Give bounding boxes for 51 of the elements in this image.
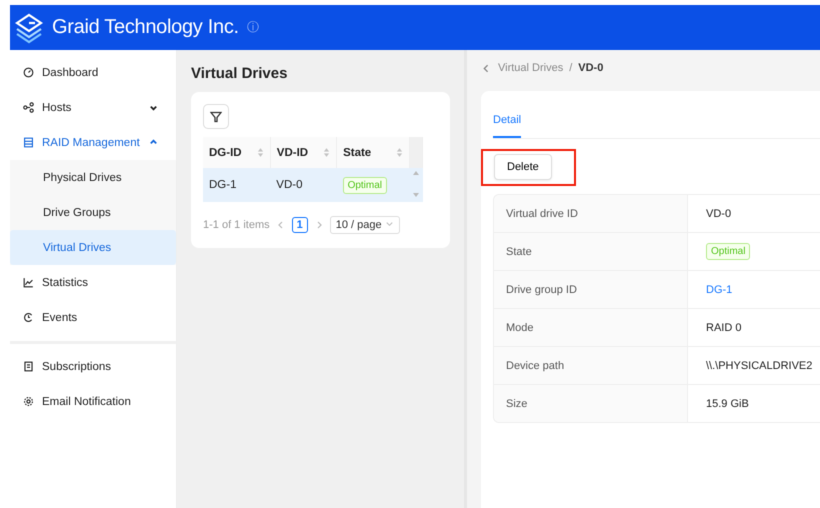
table-cell: DG-1 [203, 168, 270, 202]
filter-icon [210, 110, 222, 122]
sidebar-item[interactable]: Dashboard [10, 55, 176, 90]
gear-icon [23, 396, 34, 407]
submenu-item[interactable]: Physical Drives [10, 160, 176, 195]
dashboard-icon [23, 67, 34, 78]
field-label: Size [494, 385, 688, 422]
field-label: State [494, 233, 688, 271]
sidebar-item[interactable]: Hosts [10, 90, 176, 125]
delete-button[interactable]: Delete [494, 154, 552, 180]
clock-icon [23, 312, 34, 323]
company-name: Graid Technology Inc. [52, 16, 239, 39]
document-icon [23, 361, 34, 372]
breadcrumb-separator: / [569, 62, 572, 74]
sidebar-item[interactable]: Email Notification [10, 384, 176, 419]
field-label: Drive group ID [494, 271, 688, 309]
column-header[interactable]: VD-ID [270, 137, 337, 168]
table-cell: VD-0 [270, 168, 337, 202]
filter-button[interactable] [203, 104, 229, 129]
column-header[interactable]: State [336, 137, 410, 168]
line-chart-icon [23, 277, 34, 288]
info-icon: ⓘ [246, 19, 259, 36]
sidebar-item[interactable]: RAID Management [10, 125, 176, 160]
field-label: Device path [494, 347, 688, 385]
field-value: 15.9 GiB [705, 396, 750, 412]
sidebar-item[interactable]: Events [10, 300, 176, 335]
list-icon [23, 137, 34, 148]
field-value: \\.\PHYSICALDRIVE2 [688, 347, 820, 385]
status-tag: Optimal [342, 176, 388, 194]
sidebar-item[interactable]: Subscriptions [10, 349, 176, 384]
status-tag: Optimal [706, 243, 750, 260]
page-button[interactable]: 1 [292, 217, 308, 233]
sort-icon [256, 146, 264, 158]
nodes-icon [23, 102, 34, 113]
page-size-select[interactable]: 10 / page [330, 216, 400, 234]
submenu-item[interactable]: Virtual Drives [10, 230, 176, 265]
drive-group-link[interactable]: DG-1 [706, 284, 732, 296]
breadcrumb-current: VD-0 [578, 62, 604, 74]
field-label: Virtual drive ID [494, 195, 688, 233]
column-header[interactable]: DG-ID [203, 137, 270, 168]
panel-title: Virtual Drives [191, 65, 288, 82]
sort-icon [396, 146, 403, 158]
scrollbar[interactable] [412, 170, 420, 198]
submenu-item[interactable]: Drive Groups [10, 195, 176, 230]
field-label: Mode [494, 309, 688, 347]
field-value: RAID 0 [688, 309, 820, 347]
field-value: VD-0 [688, 195, 820, 233]
sort-icon [323, 146, 330, 158]
sidebar-item[interactable]: Statistics [10, 265, 176, 300]
item-count: 1-1 of 1 items [203, 219, 270, 231]
tab[interactable]: Detail [493, 109, 522, 138]
